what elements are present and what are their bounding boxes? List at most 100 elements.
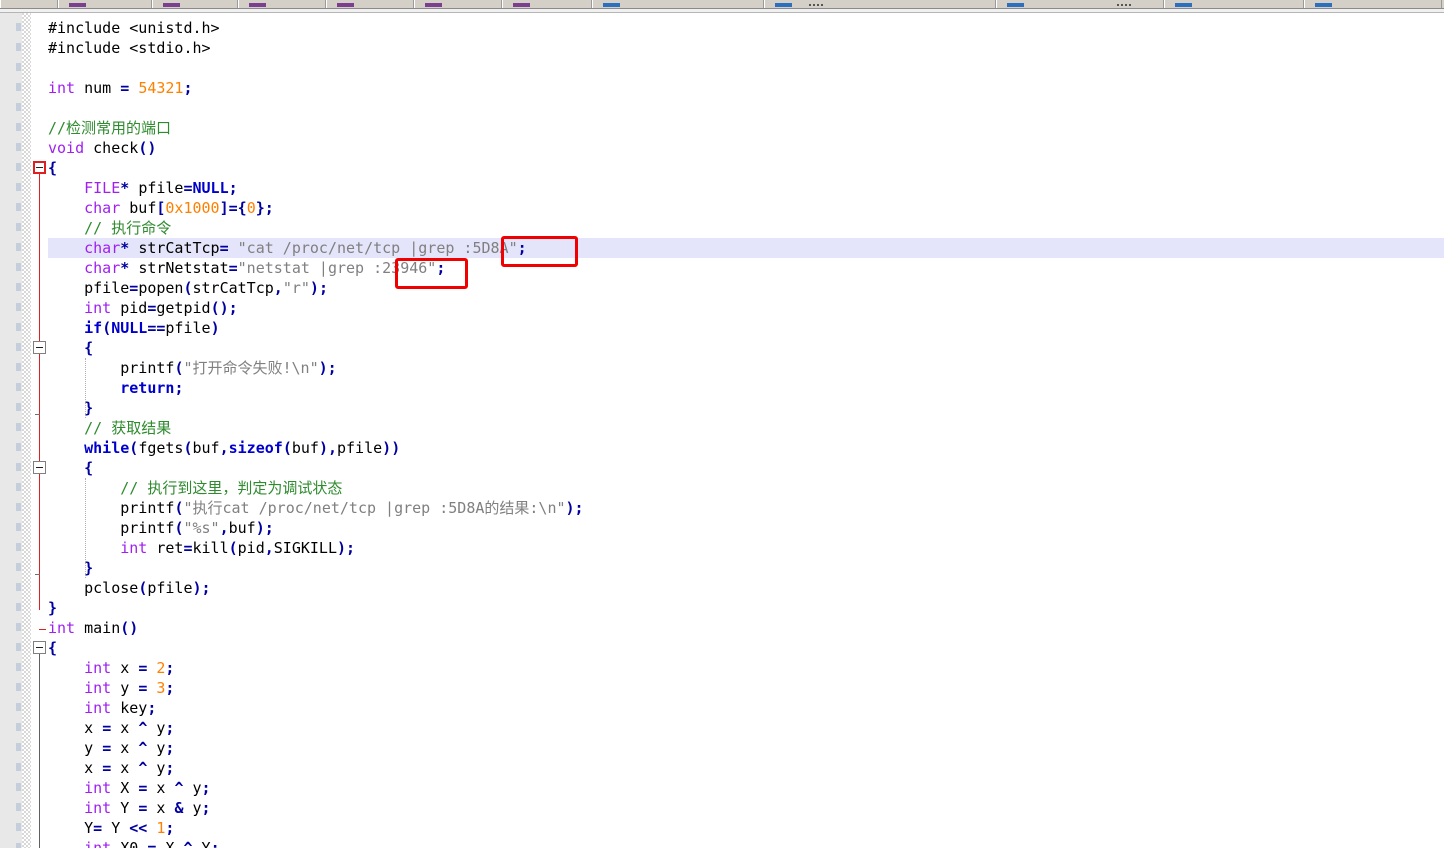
code-line[interactable]: int main() [48,618,1444,638]
line-number [16,603,21,611]
code-line[interactable]: int key; [48,698,1444,718]
line-number [16,803,21,811]
line-number [16,223,21,231]
line-number [16,723,21,731]
line-number [16,103,21,111]
code-line[interactable]: { [48,338,1444,358]
line-number [16,43,21,51]
line-number [16,543,21,551]
toolbar-button-11-0[interactable] [1315,3,1332,7]
code-line[interactable] [48,58,1444,78]
line-number-gutter [0,13,22,848]
line-number [16,183,21,191]
code-line[interactable]: { [48,638,1444,658]
toolbar-group-10[interactable] [1164,0,1304,8]
code-line[interactable]: int ret=kill(pid,SIGKILL); [48,538,1444,558]
fold-main-function-toggle[interactable] [33,641,46,654]
code-line[interactable]: int X0 = X ^ Y; [48,838,1444,848]
toolbar-button-10-0[interactable] [1175,3,1192,7]
line-number [16,463,21,471]
code-line[interactable]: return; [48,378,1444,398]
code-line[interactable]: y = x ^ y; [48,738,1444,758]
code-line[interactable]: char buf[0x1000]={0}; [48,198,1444,218]
toolbar-group-11[interactable] [1304,0,1442,8]
toolbar-button-6-0[interactable] [513,3,530,7]
fold-if-end [35,414,40,415]
toolbar-group-3[interactable] [238,0,326,8]
fold-check-function-toggle[interactable] [33,161,46,174]
code-line[interactable]: x = x ^ y; [48,718,1444,738]
line-number [16,343,21,351]
line-number [16,243,21,251]
code-line[interactable]: // 获取结果 [48,418,1444,438]
toolbar-group-2[interactable] [152,0,238,8]
line-number [16,643,21,651]
code-line[interactable]: // 执行到这里，判定为调试状态 [48,478,1444,498]
bookmark-gutter[interactable] [22,13,31,848]
toolbar-button-3-0[interactable] [249,3,266,7]
code-line[interactable]: pclose(pfile); [48,578,1444,598]
code-line[interactable]: int x = 2; [48,658,1444,678]
toolbar-button-9-0[interactable] [1007,3,1024,7]
code-line[interactable]: } [48,598,1444,618]
toolbar-button-4-0[interactable] [337,3,354,7]
toolbar-group-6[interactable] [502,0,592,8]
toolbar-group-1[interactable] [58,0,152,8]
toolbar-group-8[interactable] [764,0,996,8]
code-line[interactable]: int pid=getpid(); [48,298,1444,318]
line-number [16,263,21,271]
line-number [16,843,21,848]
fold-if-block-toggle[interactable] [33,341,46,354]
code-line[interactable]: char* strCatTcp= "cat /proc/net/tcp |gre… [48,238,1444,258]
code-line[interactable]: void check() [48,138,1444,158]
line-number [16,163,21,171]
toolbar-button-5-0[interactable] [425,3,442,7]
code-line[interactable]: pfile=popen(strCatTcp,"r"); [48,278,1444,298]
toolbar-button-8-0[interactable] [775,3,792,7]
code-line[interactable]: int num = 54321; [48,78,1444,98]
code-line[interactable]: if(NULL==pfile) [48,318,1444,338]
code-line[interactable]: } [48,398,1444,418]
minus-icon [36,467,43,468]
code-line[interactable]: { [48,458,1444,478]
code-line[interactable] [48,98,1444,118]
code-line[interactable]: #include <unistd.h> [48,18,1444,38]
code-line[interactable]: char* strNetstat="netstat |grep :23946"; [48,258,1444,278]
code-line[interactable]: #include <stdio.h> [48,38,1444,58]
fold-while-block-toggle[interactable] [33,461,46,474]
toolbar-strip[interactable] [0,0,1444,9]
code-line[interactable]: // 执行命令 [48,218,1444,238]
code-line[interactable]: } [48,558,1444,578]
code-line[interactable]: while(fgets(buf,sizeof(buf),pfile)) [48,438,1444,458]
code-folding-gutter[interactable] [31,13,48,848]
code-line[interactable]: //检测常用的端口 [48,118,1444,138]
line-number [16,763,21,771]
toolbar-group-5[interactable] [414,0,502,8]
toolbar-button-7-0[interactable] [603,3,620,7]
code-line[interactable]: int y = 3; [48,678,1444,698]
toolbar-group-0[interactable] [0,0,58,8]
code-text-area[interactable]: #include <unistd.h> #include <stdio.h> int… [48,13,1444,848]
toolbar-button-2-0[interactable] [163,3,180,7]
toolbar-group-9[interactable] [996,0,1164,8]
code-line[interactable]: printf("%s",buf); [48,518,1444,538]
code-line[interactable]: FILE* pfile=NULL; [48,178,1444,198]
toolbar-group-7[interactable] [592,0,764,8]
line-number [16,583,21,591]
code-line[interactable]: Y= Y << 1; [48,818,1444,838]
code-line[interactable]: { [48,158,1444,178]
line-number [16,143,21,151]
toolbar-button-1-0[interactable] [69,3,86,7]
code-line[interactable]: x = x ^ y; [48,758,1444,778]
line-number [16,783,21,791]
toolbar-overflow-icon[interactable] [1117,4,1131,6]
code-line[interactable]: printf("打开命令失败!\n"); [48,358,1444,378]
line-number [16,563,21,571]
code-line[interactable]: int X = x ^ y; [48,778,1444,798]
code-line[interactable]: printf("执行cat /proc/net/tcp |grep :5D8A的… [48,498,1444,518]
toolbar-group-4[interactable] [326,0,414,8]
code-editor[interactable]: #include <unistd.h> #include <stdio.h> int… [0,13,1444,848]
line-number [16,663,21,671]
toolbar-overflow-icon[interactable] [809,4,823,6]
code-line[interactable]: int Y = x & y; [48,798,1444,818]
